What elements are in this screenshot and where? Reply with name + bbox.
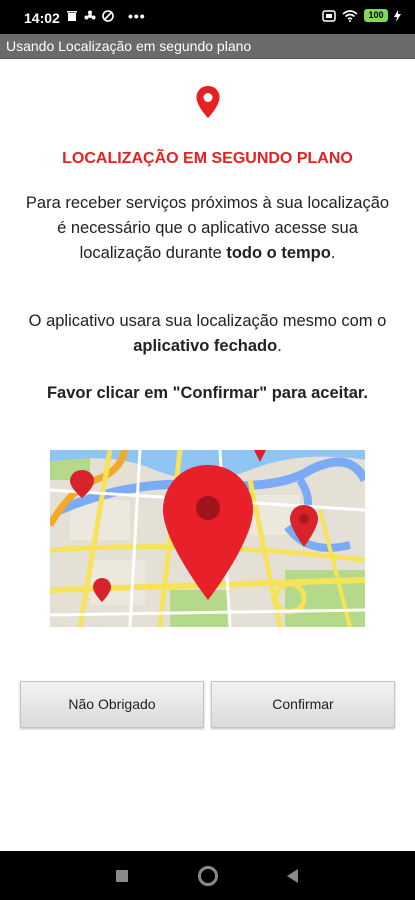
recent-apps-icon[interactable] (116, 870, 128, 882)
home-icon[interactable] (198, 866, 218, 886)
more-dots-icon: ••• (128, 8, 146, 24)
intro-paragraph: Para receber serviços próximos à sua loc… (20, 191, 395, 266)
fan-icon (84, 10, 96, 20)
background-bold-text: aplicativo fechado (133, 337, 278, 355)
back-icon[interactable] (287, 869, 298, 883)
wifi-icon (342, 9, 358, 22)
instruction-text: Favor clicar em "Confirmar" para aceitar… (46, 384, 369, 402)
background-paragraph: O aplicativo usara sua localização mesmo… (20, 309, 395, 359)
confirm-button[interactable]: Confirmar (211, 681, 395, 728)
status-bar: 14:02 ••• 100 (0, 0, 415, 34)
window-title: Usando Localização em segundo plano (0, 34, 415, 59)
decline-button[interactable]: Não Obrigado (20, 681, 204, 728)
navigation-bar (0, 851, 415, 900)
page-heading: LOCALIZAÇÃO EM SEGUNDO PLANO (62, 150, 353, 167)
no-disturb-icon (102, 10, 114, 22)
map-illustration (50, 450, 365, 627)
status-time: 14:02 (24, 10, 60, 26)
intro-period: . (330, 244, 336, 262)
location-pin-icon (196, 86, 220, 118)
trash-icon (67, 11, 77, 21)
screen-share-icon (322, 9, 336, 22)
intro-bold-text: todo o tempo (226, 244, 331, 262)
background-text: O aplicativo usara sua localização mesmo… (28, 312, 387, 330)
background-period: . (277, 337, 282, 355)
charging-icon (394, 9, 401, 22)
status-notification-icons (66, 10, 114, 22)
battery-icon: 100 (364, 9, 388, 22)
status-system-icons: 100 (322, 9, 401, 22)
